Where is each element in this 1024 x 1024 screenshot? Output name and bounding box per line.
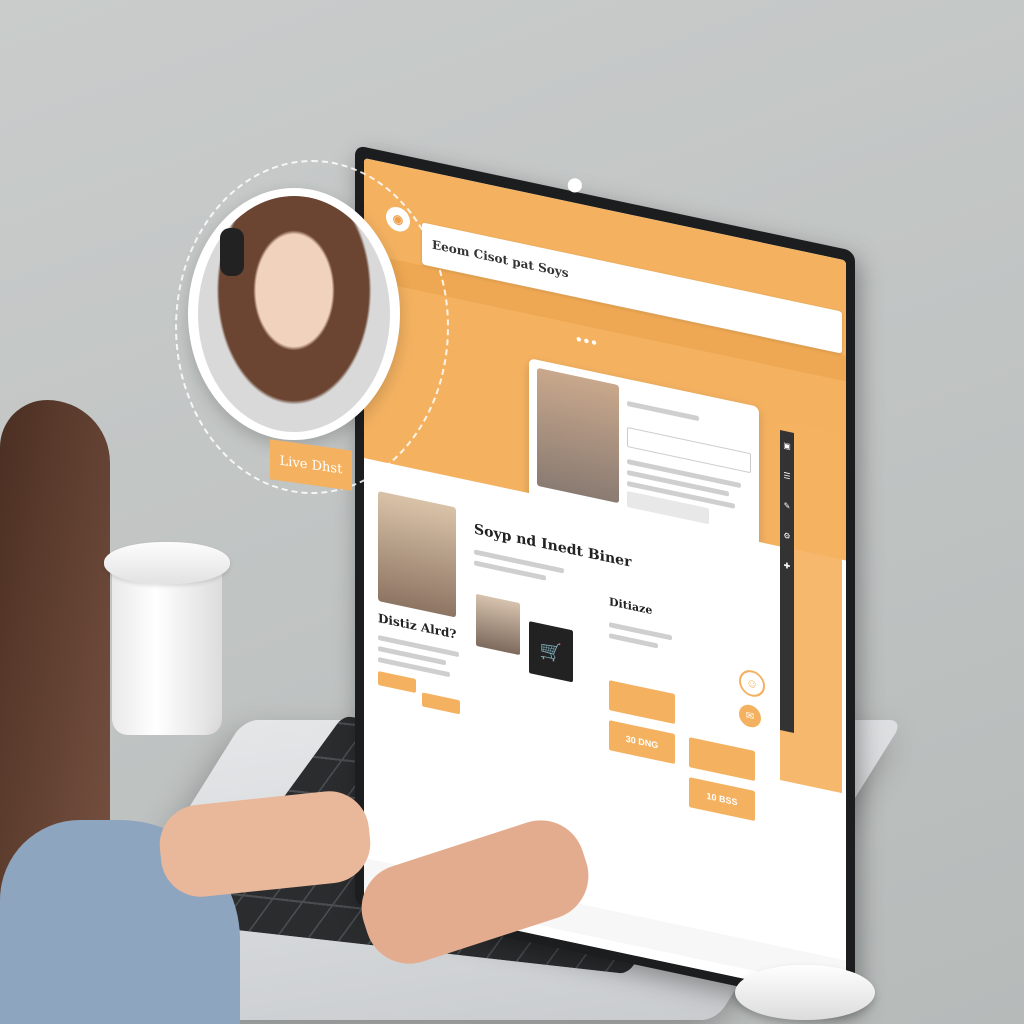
stat-button-1[interactable] [609, 680, 675, 725]
stat-button-4[interactable]: 10 BSS [689, 777, 755, 822]
product-thumb-1[interactable] [476, 593, 520, 656]
featured-photo [378, 490, 456, 618]
chat-icon[interactable]: ✉ [739, 702, 761, 730]
toolbar-icon[interactable]: ✎ [782, 500, 792, 511]
stat-button-3[interactable] [689, 737, 755, 782]
agent-thumbnail [537, 367, 619, 504]
mouse [735, 965, 875, 1020]
toolbar-icon[interactable]: ⚙ [782, 530, 792, 542]
toolbar-icon[interactable]: ▣ [782, 440, 792, 452]
side-toolbar: ▣ ☰ ✎ ⚙ ✚ [780, 430, 794, 733]
pin-icon: ⬤ [567, 176, 583, 192]
headset-icon [220, 228, 244, 276]
section-button-2[interactable] [422, 692, 460, 715]
coffee-cup-lid [104, 542, 230, 584]
scene: ◉ Eeom Cisot pat Soys ••• Soyp nd Inedt … [0, 0, 1024, 1024]
stats-text-lines [609, 616, 679, 659]
cart-icon[interactable]: 🛒 [529, 621, 573, 683]
stats-heading: Ditiaze [609, 595, 653, 618]
toolbar-icon[interactable]: ☰ [782, 470, 792, 482]
smile-icon[interactable]: ☺ [739, 667, 765, 700]
stat-button-2[interactable]: 30 DNG [609, 720, 675, 765]
agent-avatar-bubble[interactable] [188, 188, 400, 440]
coffee-cup [112, 560, 222, 735]
toolbar-icon[interactable]: ✚ [782, 560, 792, 571]
